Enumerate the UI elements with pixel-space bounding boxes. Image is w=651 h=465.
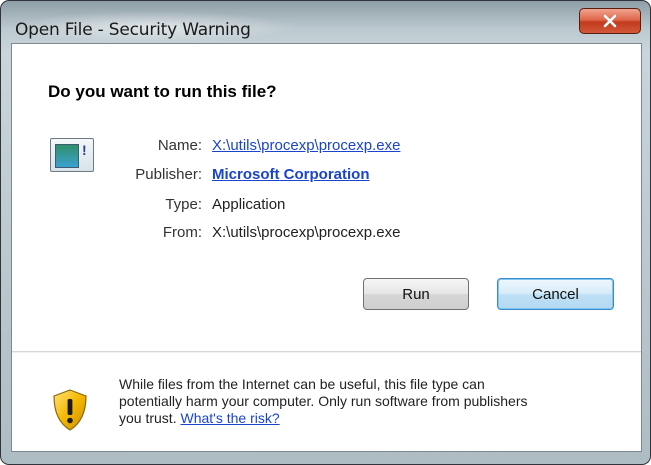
type-value: Application	[212, 196, 286, 213]
title-bar[interactable]: Open File - Security Warning	[1, 1, 650, 43]
footer-line-3-prefix: you trust.	[119, 410, 177, 426]
info-row-from: From: X:\utils\procexp\procexp.exe	[12, 224, 643, 246]
window-title: Open File - Security Warning	[15, 20, 251, 40]
footer-line-2: potentially harm your computer. Only run…	[119, 393, 528, 409]
whats-the-risk-link[interactable]: What's the risk?	[180, 410, 279, 426]
from-value: X:\utils\procexp\procexp.exe	[212, 224, 401, 241]
publisher-label: Publisher:	[135, 166, 202, 183]
footer-divider	[12, 351, 641, 353]
info-row-type: Type: Application	[12, 196, 643, 218]
security-warning-text: While files from the Internet can be use…	[119, 376, 619, 427]
run-button[interactable]: Run	[363, 278, 469, 310]
dialog-content: Do you want to run this file? ! Name: X:…	[11, 43, 642, 452]
from-label: From:	[162, 224, 202, 241]
dialog-question: Do you want to run this file?	[48, 82, 277, 101]
close-button[interactable]	[579, 8, 641, 34]
name-link[interactable]: X:\utils\procexp\procexp.exe	[212, 137, 400, 154]
cancel-button[interactable]: Cancel	[497, 278, 614, 310]
security-warning-window: Open File - Security Warning Do you want…	[0, 0, 651, 465]
warning-shield-icon	[53, 389, 87, 431]
footer-line-3: you trust. What's the risk?	[119, 410, 619, 427]
close-icon	[603, 14, 617, 28]
type-label: Type:	[165, 196, 202, 213]
footer-line-1: While files from the Internet can be use…	[119, 376, 485, 392]
info-row-name: Name: X:\utils\procexp\procexp.exe	[12, 137, 643, 159]
publisher-link[interactable]: Microsoft Corporation	[212, 166, 370, 183]
name-label: Name:	[157, 137, 202, 154]
info-row-publisher: Publisher: Microsoft Corporation	[12, 166, 643, 188]
